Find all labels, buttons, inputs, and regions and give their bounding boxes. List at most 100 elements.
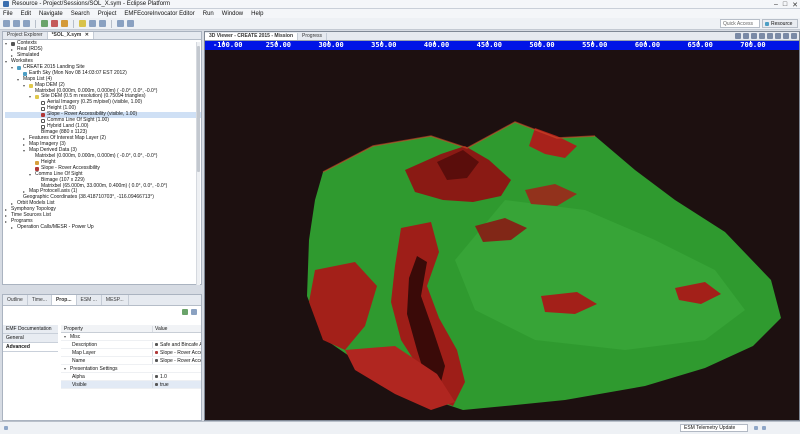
tab-properties[interactable]: Prop... (51, 295, 77, 305)
tree-item[interactable]: ▸ Operation Calls/MESR - Power Up (5, 224, 201, 231)
save-icon[interactable] (13, 20, 20, 27)
properties-header: Property Value (61, 325, 201, 333)
tab-progress[interactable]: Progress (298, 33, 328, 40)
property-group[interactable]: ▾ Misc (61, 333, 201, 341)
property-key-label: Presentation Settings (70, 365, 118, 372)
toolbar-divider (35, 19, 36, 28)
close-icon[interactable]: ✕ (792, 1, 798, 9)
property-key: ▾ Misc (61, 334, 152, 340)
viewer-panel: 3D Viewer - CREATE 2015 - Mission Progre… (204, 31, 800, 421)
back-icon[interactable] (117, 20, 124, 27)
ruler-label: 250.00 (265, 41, 292, 49)
tree-node-icon (17, 65, 21, 70)
expand-toggle-icon[interactable]: ▾ (23, 83, 27, 89)
property-row[interactable]: Alpha 1.0 (61, 373, 201, 381)
grid-icon[interactable] (751, 33, 757, 39)
menu-item[interactable]: Window (222, 11, 243, 17)
tree-scrollbar[interactable] (196, 42, 200, 285)
property-value[interactable]: Slope - Rover Acces (152, 349, 201, 356)
save-all-icon[interactable] (23, 20, 30, 27)
ruler-label: 550.00 (582, 41, 608, 49)
property-row[interactable]: Visible true (61, 381, 201, 389)
property-key: Map Layer (61, 350, 152, 356)
minimize-icon[interactable]: – (774, 1, 778, 9)
property-value[interactable]: Safe and Bincafe Are (152, 341, 201, 348)
property-key: Visible (61, 382, 152, 388)
run-icon[interactable] (41, 20, 48, 27)
value-column-header[interactable]: Value (152, 325, 201, 332)
menu-item[interactable]: Project (98, 11, 117, 17)
expand-toggle-icon[interactable]: ▾ (17, 77, 21, 83)
new-icon[interactable] (3, 20, 10, 27)
perspective-icon (765, 21, 769, 26)
property-value-label: Slope - Rover Acces (160, 357, 201, 364)
search-icon[interactable] (79, 20, 86, 27)
side-tab-advanced[interactable]: Advanced (3, 343, 58, 352)
expand-toggle-icon[interactable]: ▾ (64, 366, 68, 371)
menu-item[interactable]: Run (203, 11, 214, 17)
stop-icon[interactable] (51, 20, 58, 27)
expand-toggle-icon[interactable]: ▾ (64, 334, 68, 339)
property-row[interactable]: Map Layer Slope - Rover Acces (61, 349, 201, 357)
tab-time[interactable]: Time... (28, 295, 52, 305)
expand-toggle-icon[interactable]: ▾ (5, 41, 9, 47)
pin-icon[interactable] (182, 309, 188, 315)
expand-toggle-icon[interactable]: ▾ (29, 172, 33, 178)
perspective-switcher[interactable]: Resource (762, 19, 798, 28)
property-key-label: Misc (70, 333, 81, 340)
side-tab-general[interactable]: General (3, 334, 58, 343)
expand-toggle-icon[interactable]: ▾ (11, 65, 15, 71)
forward-icon[interactable] (127, 20, 134, 27)
zoom-out-icon[interactable] (775, 33, 781, 39)
reset-view-icon[interactable] (759, 33, 765, 39)
ruler-label: 350.00 (371, 41, 397, 49)
expand-toggle-icon[interactable]: ▸ (11, 225, 15, 231)
menu-item[interactable]: EMFEcoreInvocator Editor (124, 11, 194, 17)
properties-side-tabs: EMF Documentation General Advanced (3, 325, 58, 352)
camera-icon[interactable] (735, 33, 741, 39)
property-value[interactable]: true (152, 381, 201, 388)
property-value[interactable]: Slope - Rover Acces (152, 357, 201, 364)
distance-ruler: -100.00 250.00 300.00 350.00 400.00 450.00 500… (205, 41, 799, 50)
open-type-icon[interactable] (89, 20, 96, 27)
tab-mesp[interactable]: MESP... (102, 295, 129, 305)
expand-toggle-icon[interactable]: ▸ (5, 219, 9, 225)
property-value-label: true (160, 381, 169, 388)
viewer-toolbar (735, 33, 797, 39)
open-task-icon[interactable] (99, 20, 106, 27)
build-icon[interactable] (61, 20, 68, 27)
tab-label: ESM ... (80, 297, 97, 303)
tab-project-explorer[interactable]: Project Explorer (3, 32, 48, 39)
property-row[interactable]: Description Safe and Bincafe Are (61, 341, 201, 349)
tab-outline[interactable]: Outline (3, 295, 28, 305)
property-group[interactable]: ▾ Presentation Settings (61, 365, 201, 373)
layers-icon[interactable] (743, 33, 749, 39)
progress-icon[interactable] (754, 426, 758, 430)
tab-esm[interactable]: ESM ... (77, 295, 102, 305)
view-menu-icon[interactable] (191, 309, 197, 315)
menu-item[interactable]: Edit (21, 11, 31, 17)
property-value[interactable]: 1.0 (152, 373, 201, 380)
quick-access-input[interactable]: Quick Access (720, 19, 760, 28)
expand-toggle-icon[interactable]: ▾ (29, 94, 33, 100)
menu-item[interactable]: File (3, 11, 13, 17)
scrollbar-thumb[interactable] (197, 46, 200, 172)
notification-icon[interactable] (762, 426, 766, 430)
menu-item[interactable]: Navigate (39, 11, 63, 17)
tab-3d-viewer[interactable]: 3D Viewer - CREATE 2015 - Mission (205, 33, 299, 40)
menu-item[interactable]: Search (71, 11, 90, 17)
side-tab-emf-documentation[interactable]: EMF Documentation (3, 325, 58, 334)
property-column-header[interactable]: Property (61, 326, 152, 332)
terrain-scene[interactable] (205, 50, 800, 421)
tab-sol-x-sym[interactable]: *SOL_X.sym ✕ (47, 32, 94, 39)
expand-toggle-icon[interactable]: ▾ (5, 59, 9, 65)
menu-item[interactable]: Help (251, 11, 263, 17)
close-icon[interactable]: ✕ (85, 32, 89, 38)
maximize-icon[interactable]: □ (783, 1, 787, 9)
zoom-in-icon[interactable] (767, 33, 773, 39)
maximize-icon[interactable] (791, 33, 797, 39)
expand-toggle-icon[interactable]: ▾ (23, 148, 27, 154)
tree-node-icon (11, 41, 15, 46)
property-row[interactable]: Name Slope - Rover Acces (61, 357, 201, 365)
minimize-icon[interactable] (783, 33, 789, 39)
